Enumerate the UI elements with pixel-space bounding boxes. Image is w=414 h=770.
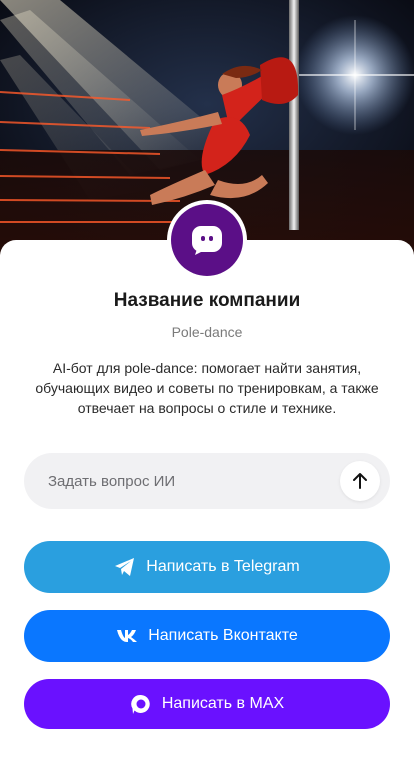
telegram-button[interactable]: Написать в Telegram — [24, 541, 390, 593]
vk-button-label: Написать Вконтакте — [148, 627, 298, 644]
arrow-up-icon — [353, 473, 367, 489]
telegram-button-label: Написать в Telegram — [146, 558, 300, 575]
telegram-icon — [114, 557, 136, 577]
max-button[interactable]: Написать в MAX — [24, 679, 390, 729]
company-avatar — [167, 200, 247, 280]
ask-ai-input[interactable] — [24, 453, 324, 509]
company-category: Pole-dance — [171, 324, 243, 340]
vk-button[interactable]: Написать Вконтакте — [24, 610, 390, 662]
ask-ai-field — [24, 453, 390, 509]
company-name: Название компании — [113, 290, 301, 311]
max-button-label: Написать в MAX — [161, 695, 285, 712]
vk-icon — [116, 629, 138, 643]
max-icon — [130, 693, 152, 715]
company-description: AI-бот для pole-dance: помогает найти за… — [35, 360, 379, 416]
send-button[interactable] — [340, 461, 380, 501]
chat-bot-icon — [171, 204, 243, 276]
